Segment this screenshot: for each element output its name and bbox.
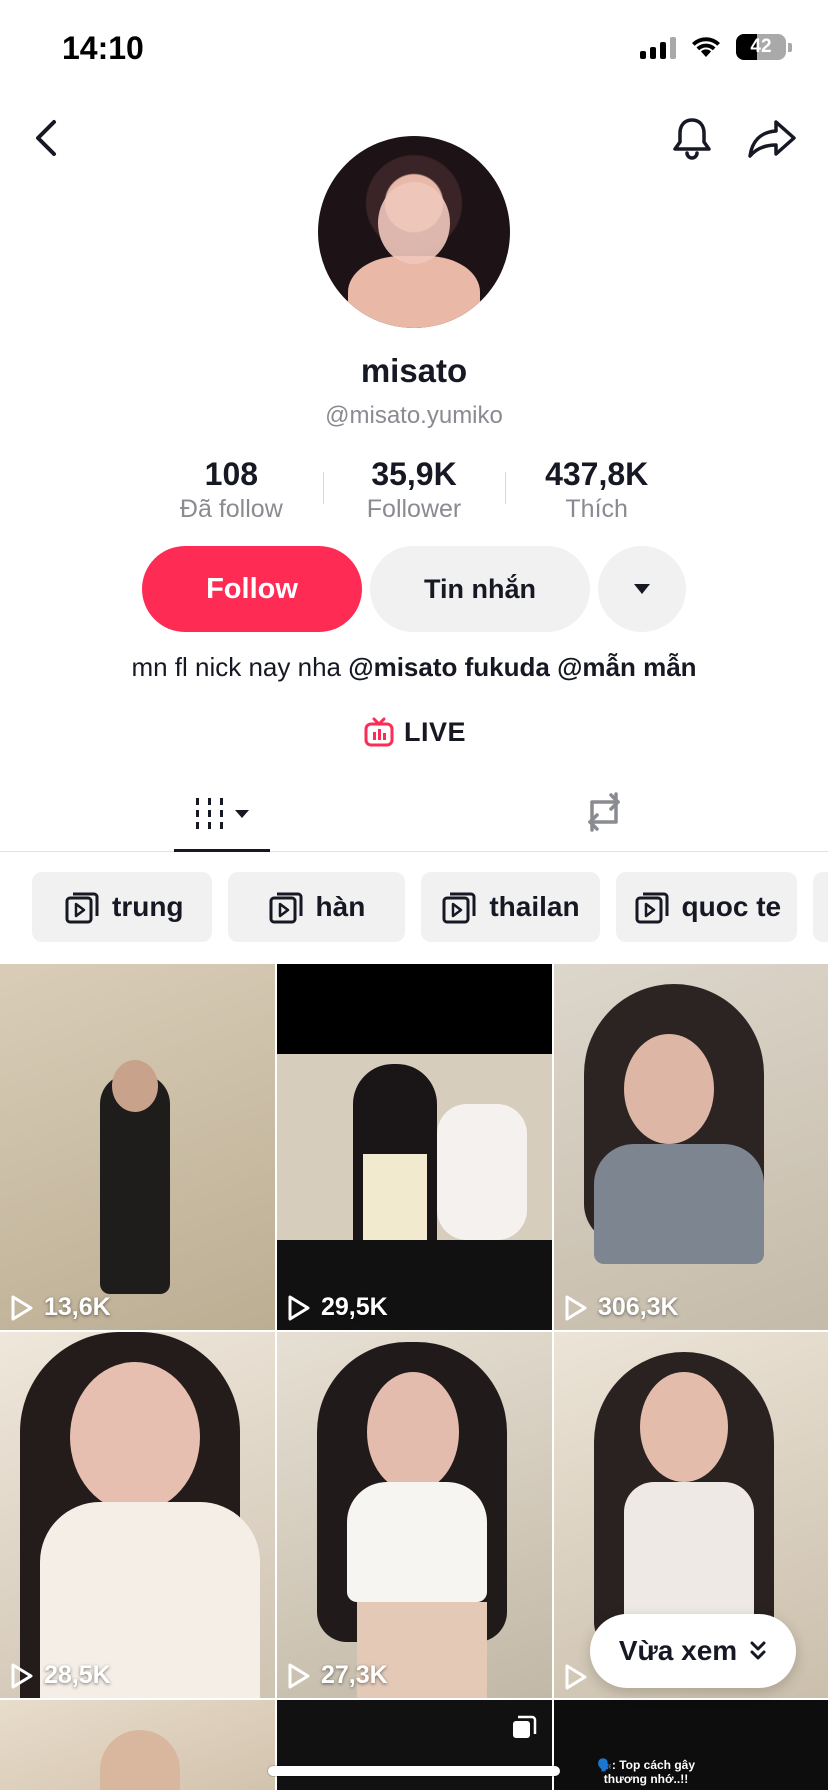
more-options-button[interactable]	[598, 546, 686, 632]
play-icon	[288, 1295, 310, 1320]
grid-icon	[196, 798, 223, 829]
playlist-label: hàn	[315, 891, 366, 922]
stat-followers-label: Follower	[366, 495, 462, 523]
stat-likes-count: 437,8K	[545, 456, 649, 492]
playlist-label: trung	[112, 891, 184, 922]
share-icon	[748, 120, 796, 158]
video-view-count: 28,5K	[10, 1661, 111, 1690]
battery-icon: 42	[736, 34, 792, 60]
playlist-chip[interactable]	[813, 872, 828, 942]
avatar[interactable]	[318, 136, 510, 328]
bell-icon	[673, 118, 711, 160]
video-thumbnail[interactable]	[277, 1700, 552, 1790]
playlist-chip[interactable]: trung	[32, 872, 212, 942]
message-button[interactable]: Tin nhắn	[370, 546, 590, 632]
content-tabs	[0, 776, 828, 852]
caret-down-icon	[634, 584, 650, 594]
status-time: 14:10	[62, 30, 144, 66]
notification-button[interactable]	[668, 114, 716, 162]
status-bar: 14:10 42	[0, 0, 828, 100]
video-view-count: 306,3K	[564, 1293, 679, 1322]
video-view-count: 27,3K	[287, 1661, 388, 1690]
live-label: LIVE	[404, 716, 467, 747]
playlist-chip[interactable]: quoc te	[615, 872, 798, 942]
bio-text: mn fl nick nay nha	[131, 652, 349, 682]
playlist-row: trung hàn thailan quoc te	[32, 872, 828, 942]
tab-videos[interactable]	[174, 776, 270, 852]
bio-mention[interactable]: @mẫn mẫn	[557, 652, 697, 682]
video-thumbnail[interactable]: 29,5K	[277, 964, 552, 1330]
share-button[interactable]	[746, 114, 798, 162]
stat-followers-count: 35,9K	[371, 456, 457, 492]
playlist-icon	[65, 892, 99, 924]
caret-down-icon	[235, 810, 249, 818]
video-thumbnail[interactable]: 306,3K	[554, 964, 828, 1330]
username: @misato.yumiko	[325, 402, 503, 429]
video-thumbnail[interactable]: 🗣️: Top cách gây thương nhớ..!!	[554, 1700, 828, 1790]
bio: mn fl nick nay nha @misato fukuda @mẫn m…	[0, 652, 828, 683]
playlist-icon	[442, 892, 476, 924]
playlist-chip[interactable]: thailan	[421, 872, 600, 942]
signal-icon	[640, 35, 676, 59]
video-caption: 🗣️: Top cách gây thương nhớ..!!	[596, 1758, 696, 1786]
wifi-icon	[692, 37, 720, 57]
video-thumbnail[interactable]	[0, 1700, 275, 1790]
playlist-chip[interactable]: hàn	[227, 872, 406, 942]
play-icon	[565, 1295, 587, 1320]
follow-button[interactable]: Follow	[142, 546, 362, 632]
home-indicator[interactable]	[268, 1766, 560, 1776]
playlist-label: thailan	[489, 891, 580, 922]
live-tv-icon	[364, 717, 394, 747]
bio-mention[interactable]: @misato fukuda	[348, 652, 550, 682]
video-view-count: 29,5K	[287, 1293, 388, 1322]
video-thumbnail[interactable]: 28,5K	[0, 1332, 275, 1698]
recently-viewed-button[interactable]: Vừa xem	[590, 1614, 796, 1688]
repost-icon	[588, 792, 620, 832]
stat-likes-label: Thích	[565, 495, 628, 523]
stat-following-count: 108	[204, 456, 259, 492]
tab-reposts[interactable]	[578, 786, 630, 838]
display-name: misato	[360, 352, 468, 389]
playlist-icon	[269, 892, 303, 924]
stat-followers[interactable]: 35,9K Follower	[322, 456, 506, 526]
video-view-count: 13,6K	[10, 1293, 111, 1322]
multi-photo-icon	[513, 1715, 537, 1738]
back-icon	[36, 120, 56, 156]
recently-viewed-label: Vừa xem	[618, 1635, 738, 1666]
playlist-label: quoc te	[681, 891, 782, 922]
stat-likes[interactable]: 437,8K Thích	[505, 456, 688, 526]
live-link[interactable]: LIVE	[364, 712, 466, 752]
video-thumbnail[interactable]: 13,6K	[0, 964, 275, 1330]
stat-following[interactable]: 108 Đã follow	[140, 456, 323, 526]
play-icon	[565, 1664, 587, 1690]
tab-active-indicator	[174, 849, 270, 852]
chevron-double-down-icon	[750, 1641, 766, 1660]
profile-stats: 108 Đã follow 35,9K Follower 437,8K Thíc…	[140, 456, 688, 526]
back-button[interactable]	[24, 116, 68, 160]
play-icon	[11, 1295, 33, 1320]
playlist-icon	[635, 892, 669, 924]
status-icons: 42	[640, 34, 792, 60]
play-icon	[288, 1663, 310, 1688]
play-icon	[11, 1663, 33, 1688]
video-thumbnail[interactable]: 27,3K	[277, 1332, 552, 1698]
video-view-count	[564, 1664, 588, 1690]
stat-following-label: Đã follow	[179, 495, 283, 523]
battery-level: 42	[750, 36, 772, 57]
